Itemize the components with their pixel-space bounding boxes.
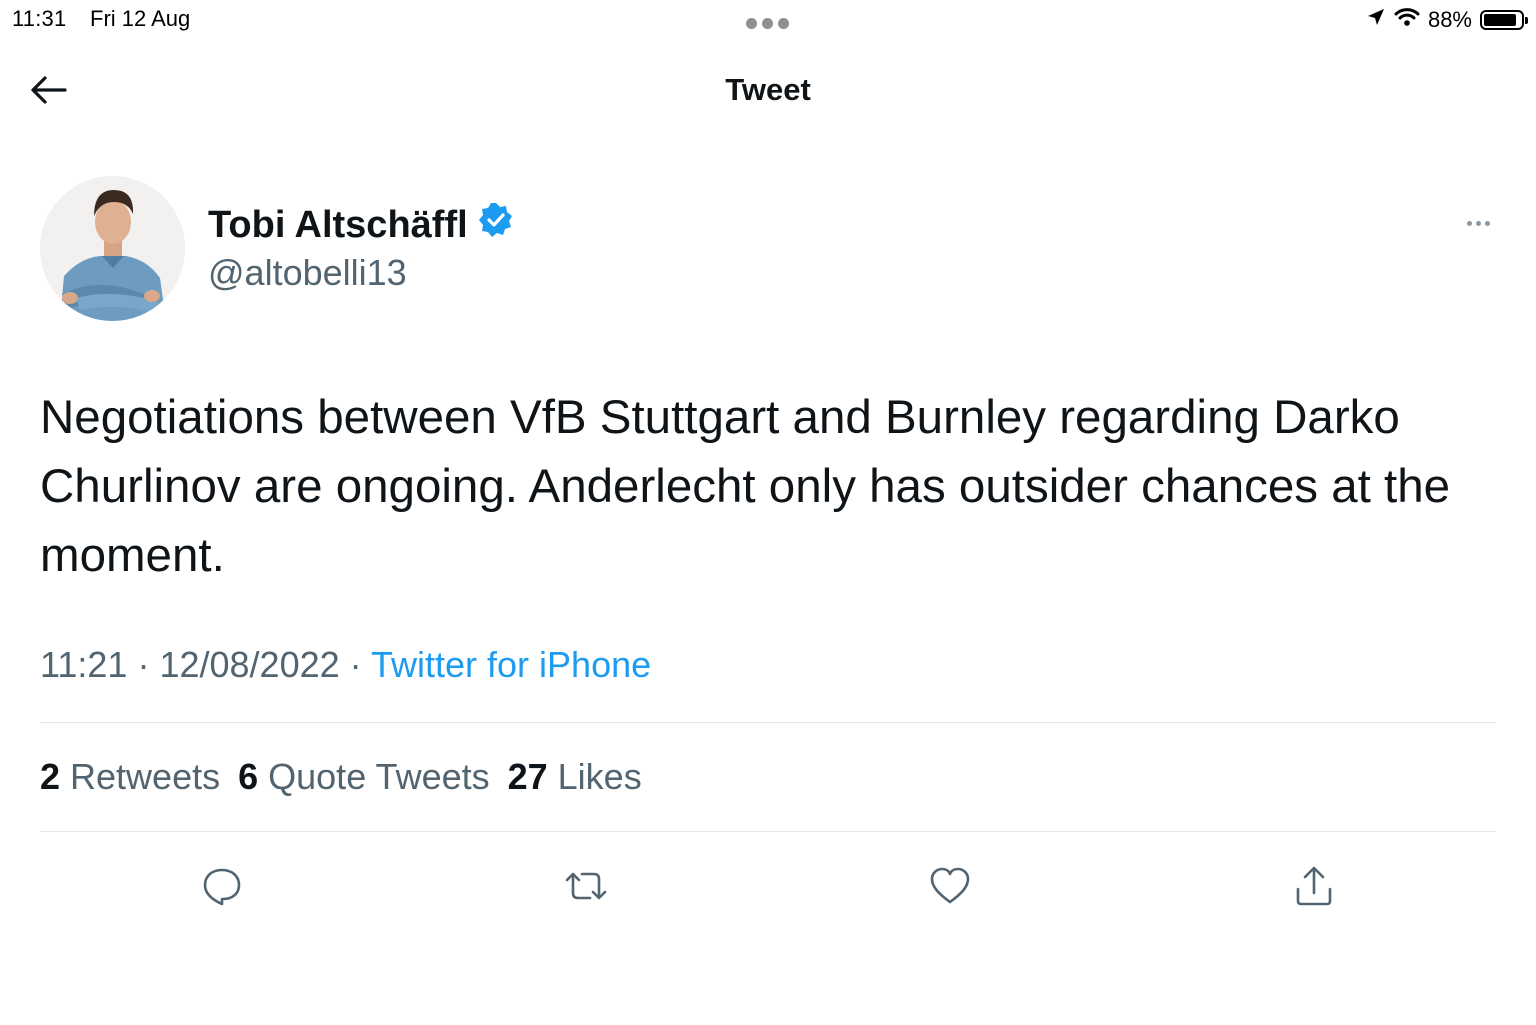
battery-icon	[1480, 10, 1528, 30]
author-name-row[interactable]: Tobi Altschäffl	[208, 202, 514, 248]
location-icon	[1366, 7, 1386, 33]
likes-label: Likes	[557, 756, 642, 797]
status-right-group: 88%	[1366, 4, 1528, 36]
retweets-label: Retweets	[70, 756, 221, 797]
reply-icon	[203, 868, 241, 906]
status-time: 11:31	[12, 6, 67, 31]
page-title: Tweet	[725, 72, 811, 107]
reply-button[interactable]	[198, 862, 246, 910]
quote-tweets-stat[interactable]: 6 Quote Tweets	[238, 756, 490, 798]
likes-count: 27	[507, 756, 548, 797]
tweet-meta: 11:21 · 12/08/2022 · Twitter for iPhone	[40, 644, 651, 686]
like-button[interactable]	[926, 862, 974, 910]
retweets-count: 2	[40, 756, 61, 797]
tweet-stats: 2 Retweets 6 Quote Tweets 27 Likes	[40, 756, 642, 798]
like-icon	[930, 867, 970, 904]
share-icon	[1296, 866, 1332, 906]
verified-badge-icon	[478, 202, 514, 248]
meta-separator: ·	[349, 644, 362, 685]
tweet-time: 11:21	[40, 644, 128, 685]
divider	[40, 831, 1496, 832]
more-icon[interactable]	[1458, 210, 1498, 236]
share-button[interactable]	[1290, 862, 1338, 910]
divider	[40, 722, 1496, 723]
tweet-source-link[interactable]: Twitter for iPhone	[371, 644, 651, 685]
retweet-button[interactable]	[562, 862, 610, 910]
avatar[interactable]	[40, 176, 185, 321]
multitasking-handle[interactable]	[746, 18, 790, 30]
status-date: Fri 12 Aug	[90, 6, 191, 31]
quote-tweets-count: 6	[238, 756, 259, 797]
author-name[interactable]: Tobi Altschäffl	[208, 204, 468, 247]
quote-tweets-label: Quote Tweets	[268, 756, 490, 797]
retweets-stat[interactable]: 2 Retweets	[40, 756, 220, 798]
battery-percent: 88%	[1427, 7, 1472, 32]
retweet-icon	[565, 872, 607, 900]
tweet-date: 12/08/2022	[159, 644, 340, 685]
wifi-icon	[1394, 7, 1420, 33]
likes-stat[interactable]: 27 Likes	[508, 756, 642, 798]
tweet-text: Negotiations between VfB Stuttgart and B…	[40, 391, 1451, 582]
meta-separator: ·	[137, 644, 150, 685]
author-handle[interactable]: @altobelli13	[208, 252, 407, 294]
